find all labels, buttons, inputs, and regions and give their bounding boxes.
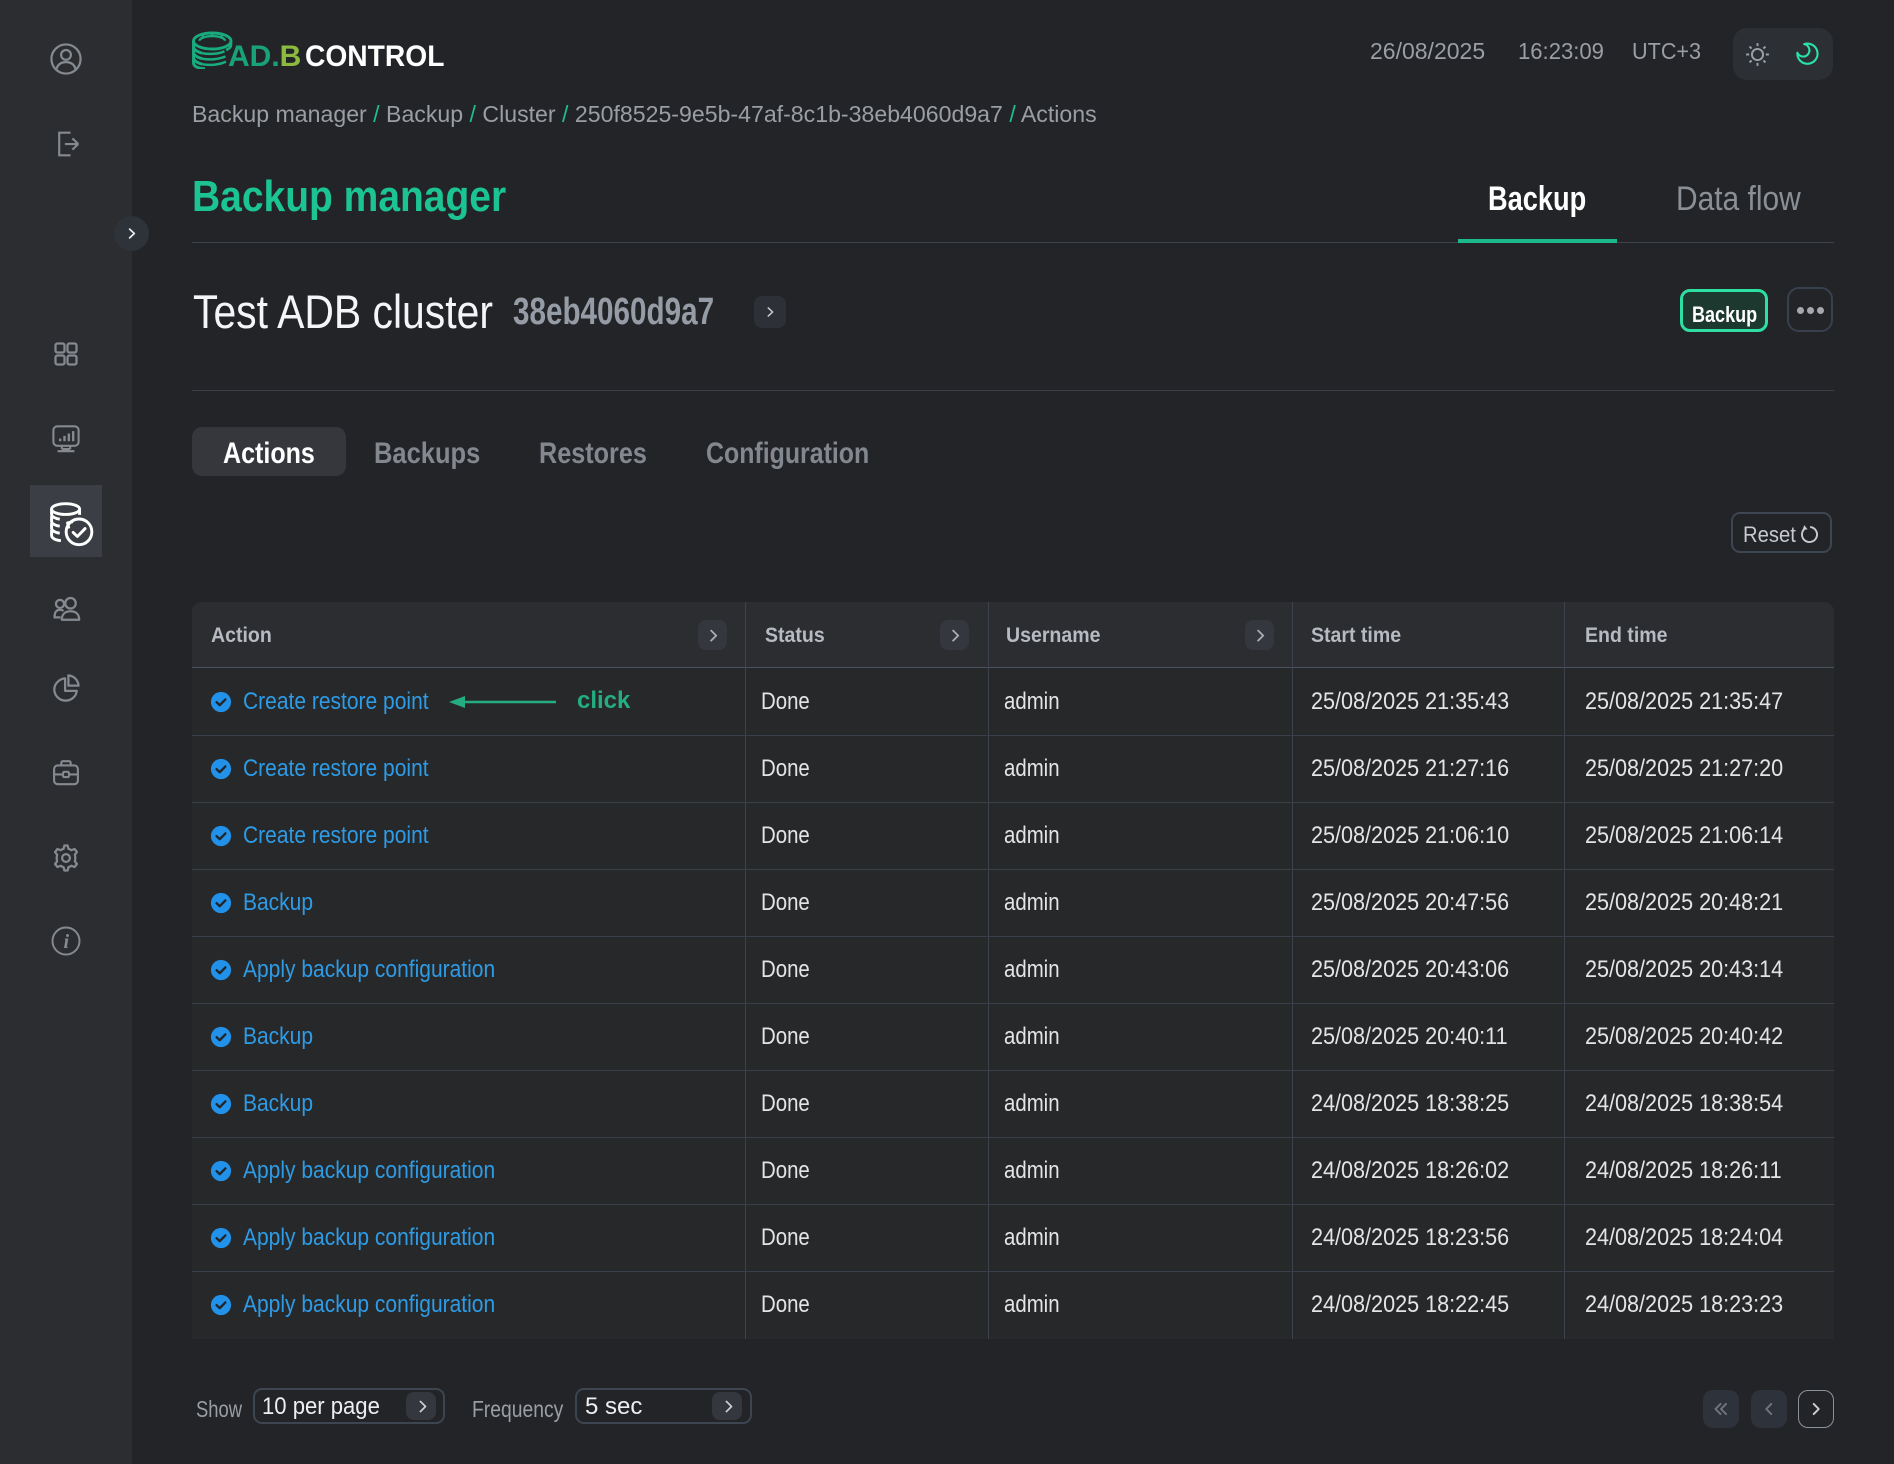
svg-text:i: i — [63, 931, 69, 953]
